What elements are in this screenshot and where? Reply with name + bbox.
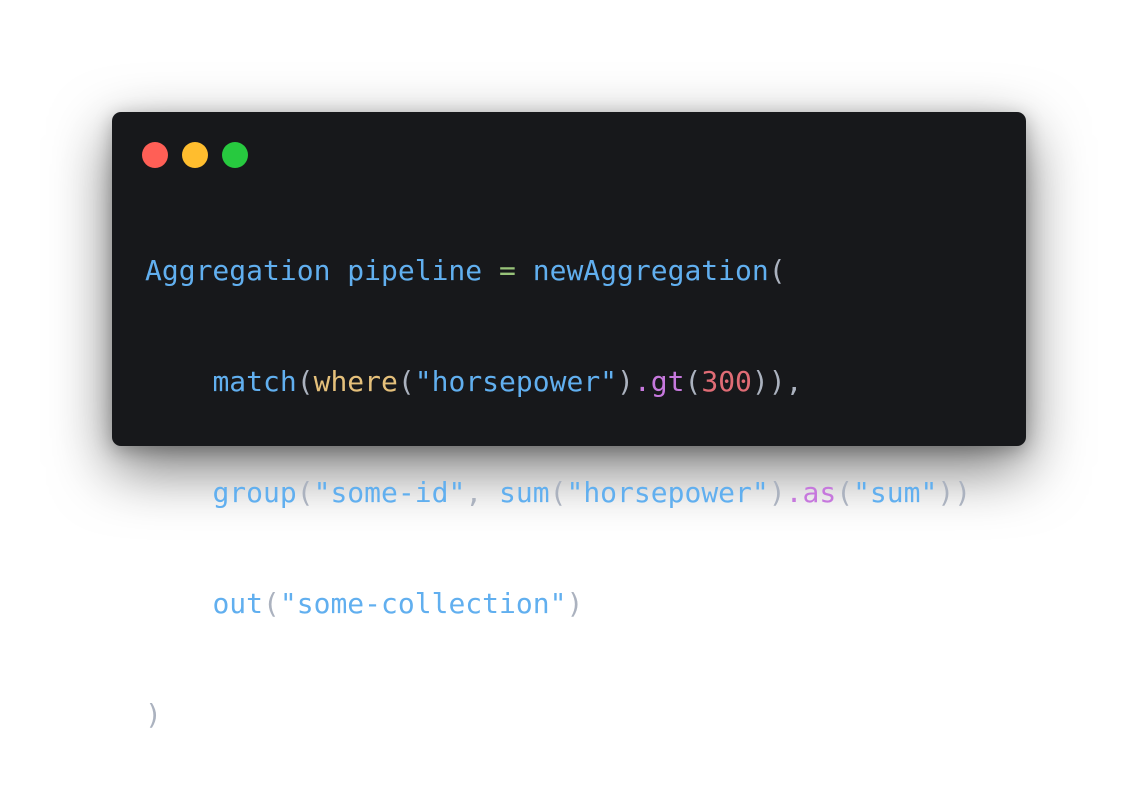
code-token-punct: ( xyxy=(549,476,567,509)
code-token-string: "horsepower" xyxy=(566,476,769,509)
code-token-string: "some-id" xyxy=(313,476,466,509)
code-token-func: group xyxy=(212,476,297,509)
close-button[interactable] xyxy=(142,142,168,168)
window-controls xyxy=(142,142,248,168)
code-token-punct: ) xyxy=(566,587,584,620)
code-token-call: where xyxy=(313,365,398,398)
code-token-plain: Aggregation pipeline xyxy=(145,254,500,287)
code-token-punct: ) xyxy=(145,698,162,731)
code-token-func: match xyxy=(212,365,297,398)
code-token-punct: )) xyxy=(937,476,972,509)
code-token-string: "horsepower" xyxy=(414,365,618,398)
code-line: group("some-id", sum("horsepower").as("s… xyxy=(145,474,971,511)
code-token-func: out xyxy=(212,587,264,620)
code-token-punct: ( xyxy=(836,476,854,509)
code-token-func: sum xyxy=(499,476,550,509)
code-token-punct: ( xyxy=(397,365,415,398)
code-token-plain: newAggregation xyxy=(515,254,769,287)
code-line: Aggregation pipeline = newAggregation( xyxy=(145,252,971,289)
code-window: Aggregation pipeline = newAggregation( m… xyxy=(112,112,1026,731)
code-token-punct: ( xyxy=(263,587,280,620)
code-token-punct: ( xyxy=(684,365,702,398)
code-token-string: "sum" xyxy=(853,476,938,509)
minimize-button[interactable] xyxy=(182,142,208,168)
zoom-button[interactable] xyxy=(222,142,248,168)
code-token-punct: ) xyxy=(768,476,786,509)
code-line: ) xyxy=(145,696,971,733)
code-token-number: 300 xyxy=(701,365,752,398)
code-token-string: "some-collection" xyxy=(279,587,567,620)
code-token-operator: = xyxy=(499,254,516,287)
code-token-punct: ) xyxy=(617,365,634,398)
code-token-punct: ( xyxy=(768,254,786,287)
code-token-method: .gt xyxy=(633,365,685,398)
code-line: match(where("horsepower").gt(300)), xyxy=(145,363,971,400)
code-block: Aggregation pipeline = newAggregation( m… xyxy=(145,215,971,807)
code-token-punct: , xyxy=(465,476,500,509)
code-line: out("some-collection") xyxy=(145,585,971,622)
code-token-method: .as xyxy=(785,476,837,509)
code-token-punct: ( xyxy=(296,476,314,509)
code-token-punct: ( xyxy=(296,365,314,398)
code-token-punct: )), xyxy=(751,365,803,398)
